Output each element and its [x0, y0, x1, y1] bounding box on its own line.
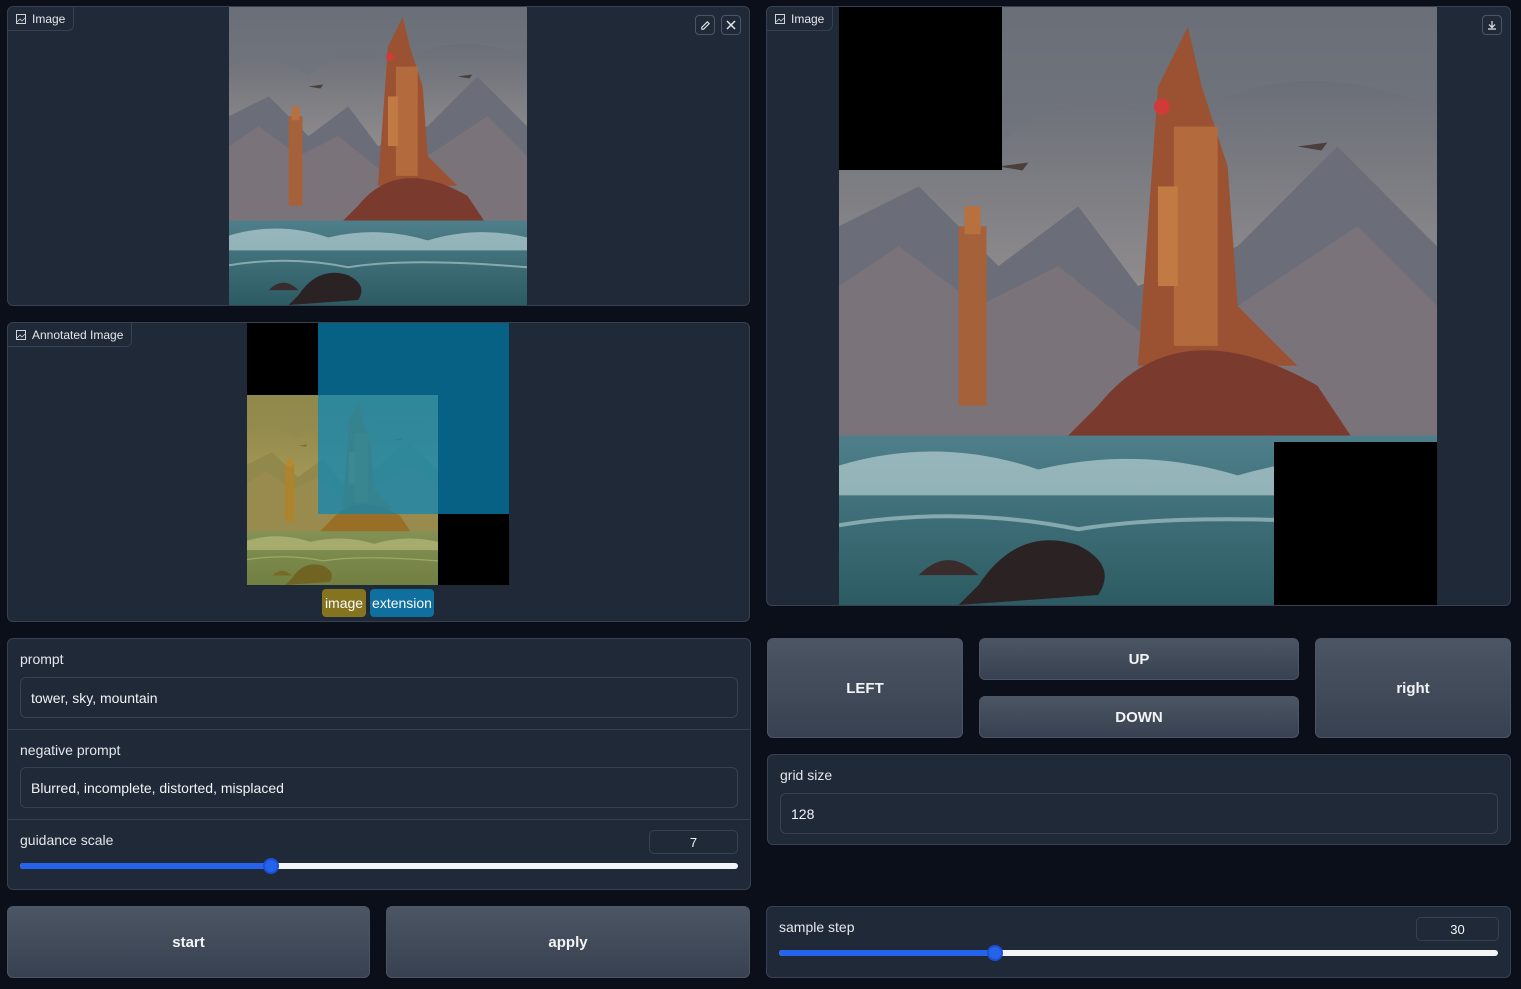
edit-icon [700, 20, 710, 30]
negative-prompt-divider [8, 819, 750, 820]
start-button[interactable]: start [7, 906, 370, 978]
down-button[interactable]: DOWN [979, 696, 1299, 738]
close-icon [726, 20, 736, 30]
output-image-label-tag: Image [767, 7, 834, 31]
input-image-label-tag: Image [8, 7, 75, 31]
prompt-label: prompt [20, 651, 64, 667]
output-image [839, 7, 1437, 605]
annotated-image-label-tag: Annotated Image [8, 323, 133, 347]
image-icon [16, 329, 26, 340]
guidance-scale-slider-thumb[interactable] [263, 858, 280, 874]
output-image-label: Image [791, 11, 825, 26]
output-black-region-bottom-right [1274, 442, 1437, 605]
prompt-input[interactable] [20, 677, 738, 718]
grid-size-input[interactable] [780, 793, 1498, 834]
left-button[interactable]: LEFT [767, 638, 963, 738]
negative-prompt-label: negative prompt [20, 742, 121, 758]
image-icon [775, 13, 785, 24]
edit-button[interactable] [695, 15, 715, 35]
guidance-scale-slider[interactable] [20, 858, 738, 874]
sample-step-number[interactable] [1416, 917, 1499, 941]
annotated-image-label: Annotated Image [32, 327, 124, 342]
annotated-image [247, 323, 509, 585]
sample-step-slider[interactable] [779, 945, 1498, 961]
sample-step-label: sample step [779, 919, 855, 935]
guidance-scale-number[interactable] [649, 830, 738, 854]
legend-image-label: image [324, 595, 364, 611]
sample-step-slider-thumb[interactable] [986, 945, 1003, 961]
legend-image[interactable]: image [322, 589, 366, 617]
right-button[interactable]: right [1315, 638, 1511, 738]
download-button[interactable] [1482, 15, 1502, 35]
grid-size-panel: grid size [767, 754, 1511, 845]
annotated-image-panel: Annotated Image image extension [7, 322, 750, 622]
legend-extension-label: extension [372, 595, 432, 611]
grid-size-label: grid size [780, 767, 833, 783]
output-black-region-top-left [839, 7, 1002, 170]
negative-prompt-input[interactable] [20, 767, 738, 808]
apply-button[interactable]: apply [386, 906, 750, 978]
legend-extension[interactable]: extension [370, 589, 434, 617]
download-icon [1488, 21, 1496, 30]
up-button[interactable]: UP [979, 638, 1299, 680]
prompt-panel: prompt negative prompt guidance scale [7, 638, 751, 890]
input-image-label: Image [32, 11, 66, 26]
clear-button[interactable] [721, 15, 741, 35]
extension-mask-overlay [318, 323, 509, 514]
output-image-panel: Image [766, 6, 1511, 606]
prompt-divider [8, 729, 750, 730]
input-image [229, 7, 527, 305]
input-image-panel[interactable]: Image [7, 6, 750, 306]
sample-step-slider-fill [779, 950, 995, 956]
sample-step-panel: sample step [766, 906, 1511, 978]
image-icon [16, 13, 26, 24]
guidance-scale-slider-fill [20, 863, 272, 869]
guidance-scale-label: guidance scale [20, 832, 114, 848]
